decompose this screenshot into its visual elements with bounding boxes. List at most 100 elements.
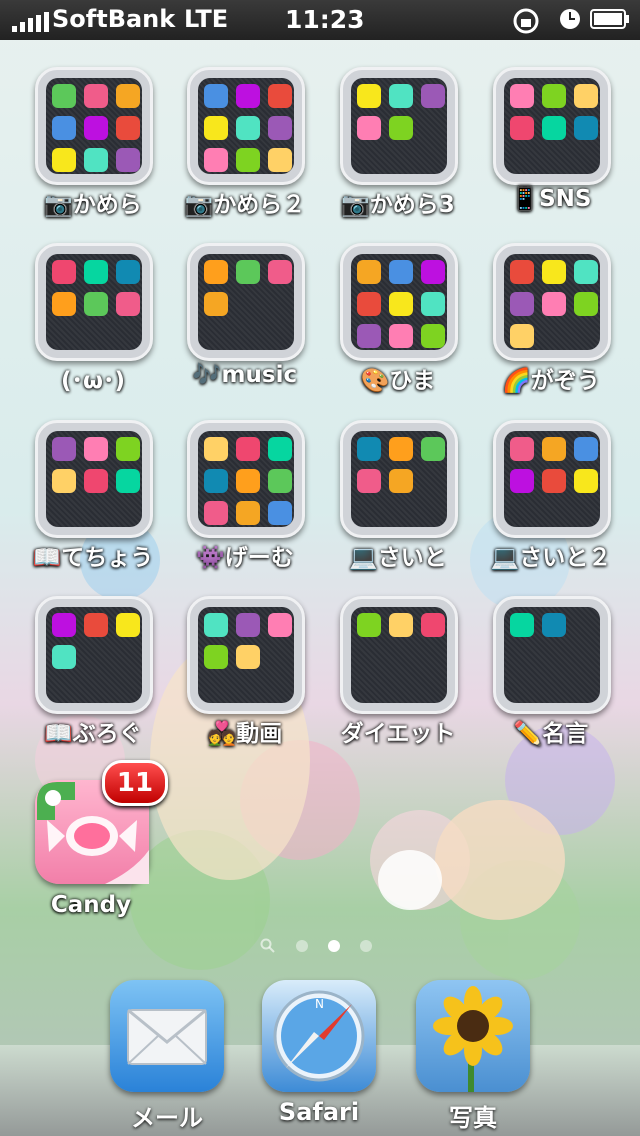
folder-label: 👾げーむ [196,545,294,571]
mini-app-icon [389,292,413,316]
photos-app-icon[interactable] [416,980,530,1092]
folder-frame [340,596,458,714]
search-icon[interactable] [260,938,276,954]
mini-app-icon [52,645,76,669]
folder[interactable] [340,420,460,540]
battery-icon [590,9,629,29]
mini-app-icon [542,260,566,284]
folder-contents [351,431,447,527]
signal-icon [12,12,49,32]
folder-frame [493,596,611,714]
page-dot[interactable] [296,940,308,952]
folder-label: 🎨ひま [360,368,436,394]
network-type: LTE [184,5,229,33]
folder-contents [351,254,447,350]
mini-app-icon [84,116,108,140]
status-bar: SoftBank LTE 11:23 [0,0,640,40]
folder[interactable] [187,420,307,540]
folder-contents [46,607,142,703]
page-dot[interactable] [360,940,372,952]
mini-app-icon [574,116,598,140]
folder[interactable] [35,596,155,716]
folder[interactable] [35,67,155,187]
mini-app-icon [84,148,108,172]
mini-app-icon [236,116,260,140]
folder[interactable] [187,67,307,187]
mini-app-icon [510,292,534,316]
folder[interactable] [493,243,613,363]
folder-frame [35,596,153,714]
mini-app-icon [389,116,413,140]
mini-app-icon [52,84,76,108]
dock-label-safari: Safari [278,1098,360,1126]
mini-app-icon [421,324,445,348]
mini-app-icon [389,437,413,461]
folder[interactable] [493,596,613,716]
folder-label: 💑動画 [207,721,283,747]
mini-app-icon [236,613,260,637]
folder-frame [340,67,458,185]
folder[interactable] [493,420,613,540]
folder-contents [504,78,600,174]
mini-app-icon [357,437,381,461]
mini-app-icon [52,260,76,284]
mini-app-icon [421,292,445,316]
folder-label: 📖てちょう [32,545,154,571]
rotation-lock-icon [513,8,539,34]
folder-frame [493,420,611,538]
mini-app-icon [116,437,140,461]
mini-app-icon [116,292,140,316]
folder-contents [46,254,142,350]
mini-app-icon [389,84,413,108]
mini-app-icon [421,437,445,461]
mini-app-icon [84,260,108,284]
folder-label: 🎶music [192,362,298,388]
mini-app-icon [268,437,292,461]
folder[interactable] [187,243,307,363]
page-dot-active[interactable] [328,940,340,952]
mini-app-icon [52,148,76,172]
folder-contents [504,254,600,350]
folder[interactable] [35,420,155,540]
sunflower-icon [433,986,513,1092]
folder-frame [187,596,305,714]
mini-app-icon [542,116,566,140]
mini-app-icon [204,116,228,140]
mini-app-icon [204,501,228,525]
folder-label: 📷かめら3 [341,192,455,218]
mini-app-icon [204,613,228,637]
folder-contents [198,431,294,527]
folder[interactable] [493,67,613,187]
mini-app-icon [84,437,108,461]
folder-label: 📷かめら２ [184,192,306,218]
mini-app-icon [510,84,534,108]
folder[interactable] [340,67,460,187]
mini-app-icon [236,501,260,525]
folder-label: ダイエット [340,721,456,747]
folder-frame [35,67,153,185]
mini-app-icon [236,84,260,108]
mail-app-icon[interactable] [110,980,224,1092]
folder-label: (･ω･) [60,368,125,394]
folder-frame [493,243,611,361]
mail-icon [127,1008,207,1065]
mini-app-icon [389,613,413,637]
safari-app-icon[interactable]: N [262,980,376,1092]
mini-app-icon [204,292,228,316]
folder-frame [187,243,305,361]
mini-app-icon [421,260,445,284]
mini-app-icon [510,324,534,348]
folder-frame [35,420,153,538]
mini-app-icon [357,84,381,108]
folder[interactable] [187,596,307,716]
folder-contents [504,607,600,703]
folder[interactable] [340,596,460,716]
mini-app-icon [204,148,228,172]
mini-app-icon [268,84,292,108]
mini-app-icon [357,292,381,316]
folder[interactable] [35,243,155,363]
dock-label-mail: メール [131,1104,203,1132]
folder[interactable] [340,243,460,363]
folder-label: ✏️名言 [513,721,589,747]
folder-contents [351,78,447,174]
